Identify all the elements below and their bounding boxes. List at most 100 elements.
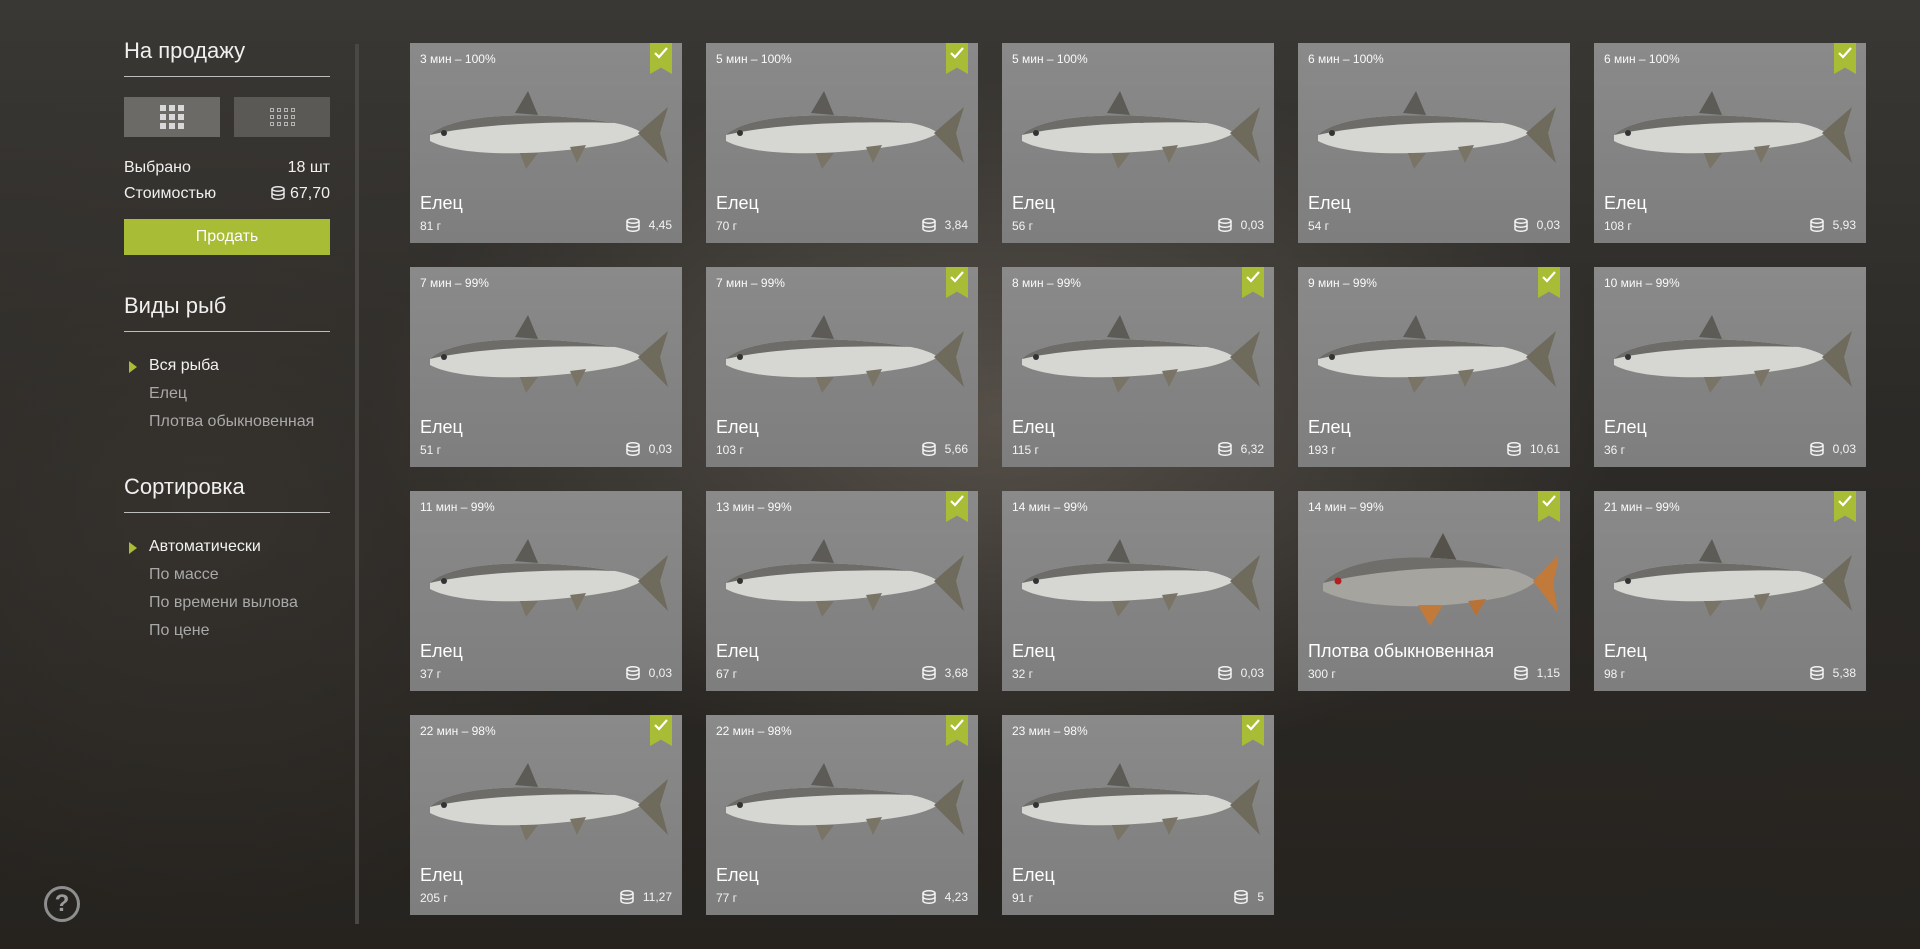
dace-fish-icon bbox=[1318, 315, 1556, 393]
coins-icon bbox=[625, 442, 640, 456]
sort-section: Сортировка Автоматически По массе По вре… bbox=[124, 474, 330, 645]
sell-button[interactable]: Продать bbox=[124, 219, 330, 255]
sort-item-label: По цене bbox=[149, 622, 210, 639]
fish-price: 5 bbox=[1233, 890, 1264, 904]
fish-weight: 67 г bbox=[716, 667, 738, 681]
fish-card[interactable]: 11 мин – 99% Елец 37 г 0,03 bbox=[410, 491, 682, 691]
active-arrow-icon bbox=[129, 361, 137, 373]
fish-card[interactable]: 10 мин – 99% Елец 36 г 0,03 bbox=[1594, 267, 1866, 467]
sort-item-auto[interactable]: Автоматически bbox=[124, 533, 330, 561]
fish-weight: 37 г bbox=[420, 667, 442, 681]
fish-card[interactable]: 8 мин – 99% Елец 115 г 6,32 bbox=[1002, 267, 1274, 467]
fish-name: Елец bbox=[420, 641, 463, 661]
large-grid-view-button[interactable] bbox=[124, 97, 220, 137]
selected-check-icon bbox=[1538, 267, 1560, 298]
fish-price: 10,61 bbox=[1506, 442, 1560, 456]
fish-name: Елец bbox=[1308, 417, 1351, 437]
catch-time: 5 мин – 100% bbox=[716, 52, 792, 66]
sort-item-mass[interactable]: По массе bbox=[124, 561, 330, 589]
catch-time: 8 мин – 99% bbox=[1012, 276, 1081, 290]
fish-card[interactable]: 3 мин – 100% Елец 81 г 4,45 bbox=[410, 43, 682, 243]
species-item-all[interactable]: Вся рыба bbox=[124, 352, 330, 380]
fish-price: 5,66 bbox=[921, 442, 968, 456]
small-grid-view-button[interactable] bbox=[234, 97, 330, 137]
fish-price-value: 3,84 bbox=[944, 218, 968, 232]
coins-icon bbox=[1217, 666, 1232, 680]
help-button[interactable]: ? bbox=[44, 886, 80, 922]
coins-icon bbox=[620, 890, 634, 904]
coins-icon bbox=[1507, 442, 1521, 456]
catch-time: 14 мин – 99% bbox=[1012, 500, 1088, 514]
sidebar: На продажу Выбрано 18 шт Стоимостью 67,7… bbox=[124, 38, 330, 645]
fish-price-value: 0,03 bbox=[1240, 666, 1264, 680]
sidebar-divider bbox=[355, 44, 359, 924]
fish-card[interactable]: 6 мин – 100% Елец 108 г 5,93 bbox=[1594, 43, 1866, 243]
coins-icon bbox=[1809, 218, 1824, 232]
large-grid-icon bbox=[160, 105, 184, 129]
fish-card[interactable]: 22 мин – 98% Елец 205 г 11,27 bbox=[410, 715, 682, 915]
coins-icon bbox=[1217, 442, 1232, 456]
coins-icon bbox=[1513, 218, 1528, 232]
fish-card[interactable]: 9 мин – 99% Елец 193 г 10,61 bbox=[1298, 267, 1570, 467]
roach-fish-icon bbox=[1323, 533, 1558, 626]
dace-fish-icon bbox=[1614, 315, 1852, 393]
fish-card[interactable]: 7 мин – 99% Елец 51 г 0,03 bbox=[410, 267, 682, 467]
fish-price-value: 5,38 bbox=[1832, 666, 1856, 680]
fish-price: 0,03 bbox=[1809, 442, 1856, 456]
dace-fish-icon bbox=[726, 763, 964, 841]
fish-card[interactable]: 6 мин – 100% Елец 54 г 0,03 bbox=[1298, 43, 1570, 243]
selected-check-icon bbox=[1242, 715, 1264, 746]
fish-price: 3,68 bbox=[921, 666, 968, 680]
dace-fish-icon bbox=[1022, 763, 1260, 841]
coins-icon bbox=[1809, 442, 1824, 456]
fish-price-value: 0,03 bbox=[1240, 218, 1264, 232]
fish-name: Плотва обыкновенная bbox=[1308, 641, 1494, 661]
fish-card[interactable]: 7 мин – 99% Елец 103 г 5,66 bbox=[706, 267, 978, 467]
selected-check-icon bbox=[946, 267, 968, 298]
catch-time: 10 мин – 99% bbox=[1604, 276, 1680, 290]
catch-time: 7 мин – 99% bbox=[420, 276, 489, 290]
fish-grid: 3 мин – 100% Елец 81 г 4,45 5 мин – 100% Елец… bbox=[410, 43, 1866, 915]
fish-name: Елец bbox=[1012, 193, 1055, 213]
catch-time: 7 мин – 99% bbox=[716, 276, 785, 290]
fish-card[interactable]: 5 мин – 100% Елец 56 г 0,03 bbox=[1002, 43, 1274, 243]
selected-check-icon bbox=[1538, 491, 1560, 522]
sort-item-price[interactable]: По цене bbox=[124, 617, 330, 645]
species-section: Виды рыб Вся рыба Елец Плотва обыкновенн… bbox=[124, 293, 330, 436]
species-title: Виды рыб bbox=[124, 293, 330, 332]
catch-time: 22 мин – 98% bbox=[716, 724, 792, 738]
fish-price: 0,03 bbox=[625, 666, 672, 680]
species-item-label: Вся рыба bbox=[149, 357, 219, 374]
sort-list: Автоматически По массе По времени вылова… bbox=[124, 533, 330, 645]
fish-card[interactable]: 21 мин – 99% Елец 98 г 5,38 bbox=[1594, 491, 1866, 691]
sort-item-label: Автоматически bbox=[149, 538, 261, 555]
dace-fish-icon bbox=[1318, 91, 1556, 169]
fish-name: Елец bbox=[1604, 641, 1647, 661]
sale-title: На продажу bbox=[124, 38, 330, 77]
fish-weight: 300 г bbox=[1308, 667, 1336, 681]
fish-price-value: 5,66 bbox=[944, 442, 968, 456]
fish-price: 0,03 bbox=[625, 442, 672, 456]
species-item-dace[interactable]: Елец bbox=[124, 380, 330, 408]
coins-icon bbox=[921, 890, 936, 904]
fish-card[interactable]: 23 мин – 98% Елец 91 г 5 bbox=[1002, 715, 1274, 915]
sort-item-time[interactable]: По времени вылова bbox=[124, 589, 330, 617]
fish-weight: 205 г bbox=[420, 891, 448, 905]
fish-card[interactable]: 22 мин – 98% Елец 77 г 4,23 bbox=[706, 715, 978, 915]
dace-fish-icon bbox=[726, 315, 964, 393]
sort-item-label: По массе bbox=[149, 566, 219, 583]
fish-name: Елец bbox=[420, 865, 463, 885]
fish-price-value: 11,27 bbox=[642, 890, 672, 904]
fish-weight: 36 г bbox=[1604, 443, 1626, 457]
catch-time: 6 мин – 100% bbox=[1604, 52, 1680, 66]
fish-card[interactable]: 13 мин – 99% Елец 67 г 3,68 bbox=[706, 491, 978, 691]
fish-card[interactable]: 14 мин – 99% Елец 32 г 0,03 bbox=[1002, 491, 1274, 691]
species-item-roach[interactable]: Плотва обыкновенная bbox=[124, 408, 330, 436]
fish-card[interactable]: 14 мин – 99% Плотва обыкновенная 300 г 1,15 bbox=[1298, 491, 1570, 691]
species-item-label: Елец bbox=[149, 385, 188, 402]
fish-weight: 81 г bbox=[420, 219, 442, 233]
fish-weight: 54 г bbox=[1308, 219, 1330, 233]
fish-price: 0,03 bbox=[1513, 218, 1560, 232]
coins-icon bbox=[1234, 890, 1249, 904]
fish-card[interactable]: 5 мин – 100% Елец 70 г 3,84 bbox=[706, 43, 978, 243]
